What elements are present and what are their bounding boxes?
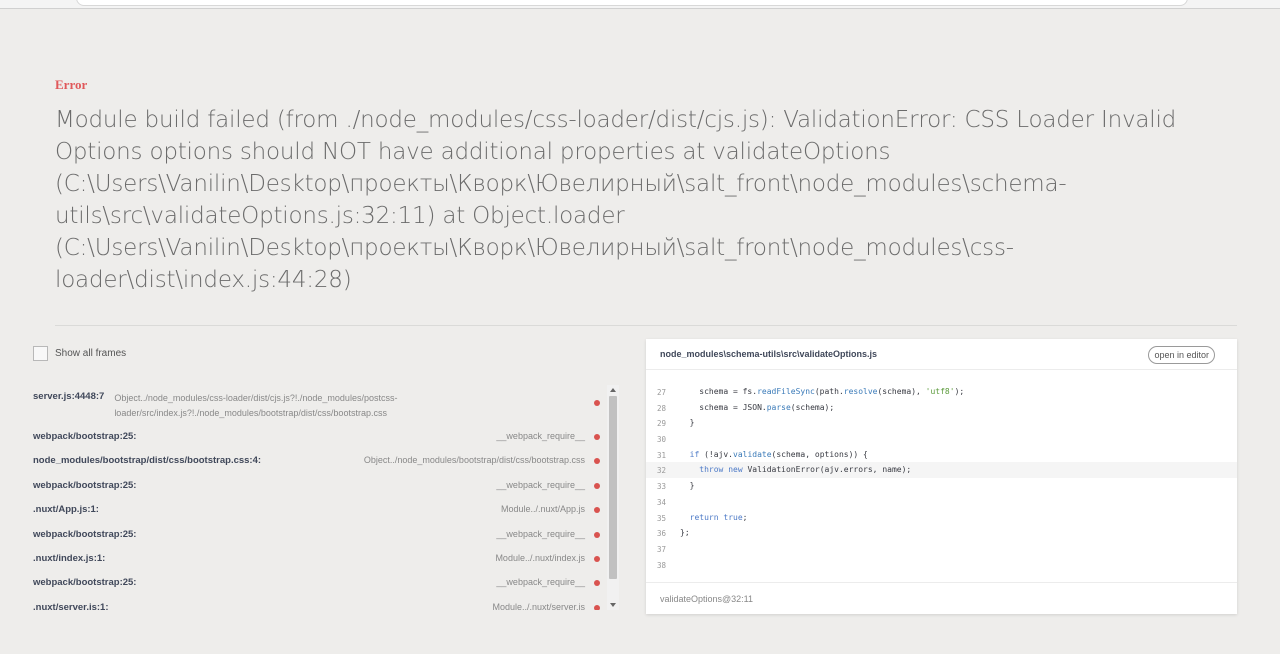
frame-status-dot <box>594 604 600 610</box>
error-message: Module build failed (from ./node_modules… <box>55 107 1177 293</box>
frames-scrollbar[interactable] <box>607 385 619 610</box>
frame-method: Module../.nuxt/App.js <box>500 504 585 515</box>
code-line: 33 } <box>646 478 1237 494</box>
line-source: return true; <box>689 512 748 522</box>
frame-file: .nuxt/server.js:1: <box>33 601 109 610</box>
code-line: 31 if (!ajv.validate(schema, options)) { <box>646 447 1237 463</box>
stack-frame[interactable]: webpack/bootstrap:25: __webpack_require_… <box>33 474 617 498</box>
frame-file: webpack/bootstrap:25: <box>33 431 137 442</box>
line-number: 37 <box>657 544 667 554</box>
frame-status-dot <box>594 400 600 406</box>
code-line: 28 schema = JSON.parse(schema); <box>646 400 1237 416</box>
stack-frame[interactable]: webpack/bootstrap:25: __webpack_require_… <box>33 523 617 547</box>
divider <box>55 325 1237 326</box>
line-source: }; <box>680 528 690 538</box>
browser-toolbar <box>0 0 1280 9</box>
scrollbar-thumb[interactable] <box>609 396 617 579</box>
code-line: 35 return true; <box>646 510 1237 526</box>
open-in-editor-button[interactable]: open in editor <box>1148 346 1215 364</box>
frame-file: server.js:4448:7 <box>33 391 105 402</box>
stack-frame[interactable]: node_modules/bootstrap/dist/css/bootstra… <box>33 449 617 473</box>
frame-status-dot <box>594 507 600 514</box>
line-source: } <box>680 481 695 491</box>
frame-status-dot <box>594 531 600 538</box>
frame-method: Module../.nuxt/index.js <box>495 552 585 563</box>
line-source: } <box>680 418 695 428</box>
code-footer: validateOptions@32:11 <box>646 582 1237 615</box>
stack-frame[interactable]: server.js:4448:7 Object../node_modules/c… <box>33 385 617 425</box>
line-number: 27 <box>657 388 667 397</box>
line-number: 36 <box>657 529 667 539</box>
line-number: 30 <box>657 435 667 445</box>
line-number: 38 <box>657 560 667 570</box>
line-number: 33 <box>657 482 667 492</box>
line-number: 31 <box>657 450 667 460</box>
show-all-frames-label: Show all frames <box>55 348 127 359</box>
code-header: node_modules\schema-utils\src\validateOp… <box>646 339 1237 370</box>
line-source: schema = JSON.parse(schema); <box>680 402 835 412</box>
line-number: 29 <box>657 419 667 429</box>
frame-status-dot <box>594 580 600 587</box>
stack-frame[interactable]: .nuxt/server.js:1: Module../.nuxt/server… <box>33 596 617 610</box>
stack-frame[interactable]: webpack/bootstrap:25: __webpack_require_… <box>33 571 617 595</box>
frame-file: webpack/bootstrap:25: <box>33 528 137 540</box>
line-source: throw new ValidationError(ajv.errors, na… <box>699 465 912 475</box>
code-line: 30 <box>646 431 1237 447</box>
line-number: 28 <box>657 403 667 413</box>
code-location: validateOptions@32:11 <box>660 594 754 604</box>
stack-frame[interactable]: .nuxt/App.js:1: Module../.nuxt/App.js <box>33 498 617 522</box>
code-body: 27 schema = fs.readFileSync(path.resolve… <box>646 384 1237 572</box>
code-line: 37 <box>646 541 1237 557</box>
scroll-up-arrow-icon[interactable] <box>610 388 616 392</box>
code-preview-panel: node_modules\schema-utils\src\validateOp… <box>646 339 1237 614</box>
code-line: 38 <box>646 557 1237 573</box>
frame-file: webpack/bootstrap:25: <box>33 479 137 491</box>
code-line: 29 } <box>646 415 1237 431</box>
frame-status-dot <box>594 458 600 465</box>
frame-method: __webpack_require__ <box>496 528 585 539</box>
stack-frames-list: server.js:4448:7 Object../node_modules/c… <box>33 385 617 610</box>
frame-status-dot <box>594 555 600 562</box>
frame-file: .nuxt/index.js:1: <box>33 552 106 564</box>
address-bar[interactable] <box>76 0 1188 6</box>
line-source: schema = fs.readFileSync(path.resolve(sc… <box>680 387 965 396</box>
frame-method: Module../.nuxt/server.js <box>492 601 585 610</box>
line-number: 35 <box>657 513 667 523</box>
frame-file: webpack/bootstrap:25: <box>33 577 137 589</box>
frame-method: Object../node_modules/css-loader/dist/cj… <box>114 393 398 418</box>
frame-method: __webpack_require__ <box>496 431 585 441</box>
scroll-down-arrow-icon[interactable] <box>610 603 616 607</box>
code-line: 27 schema = fs.readFileSync(path.resolve… <box>646 384 1237 400</box>
frame-method: __webpack_require__ <box>496 479 585 490</box>
show-all-frames-checkbox[interactable] <box>33 346 48 361</box>
frame-file: .nuxt/App.js:1: <box>33 504 99 516</box>
error-label: Error <box>55 77 88 92</box>
frame-method: __webpack_require__ <box>496 577 585 588</box>
frame-method: Object../node_modules/bootstrap/dist/css… <box>363 455 585 466</box>
code-line: 34 <box>646 494 1237 510</box>
code-line: 32 throw new ValidationError(ajv.errors,… <box>646 462 1237 479</box>
line-source: if (!ajv.validate(schema, options)) { <box>689 449 868 459</box>
frame-status-dot <box>594 434 600 440</box>
frame-file: node_modules/bootstrap/dist/css/bootstra… <box>33 455 262 467</box>
show-all-frames-toggle[interactable]: Show all frames <box>33 346 126 361</box>
line-number: 32 <box>657 466 667 476</box>
stack-frame[interactable]: webpack/bootstrap:25: __webpack_require_… <box>33 425 617 449</box>
frame-status-dot <box>594 482 600 489</box>
stack-frame[interactable]: .nuxt/index.js:1: Module../.nuxt/index.j… <box>33 547 617 571</box>
line-number: 34 <box>657 497 667 507</box>
code-file-path: node_modules\schema-utils\src\validateOp… <box>660 349 878 359</box>
code-line: 36}; <box>646 525 1237 541</box>
